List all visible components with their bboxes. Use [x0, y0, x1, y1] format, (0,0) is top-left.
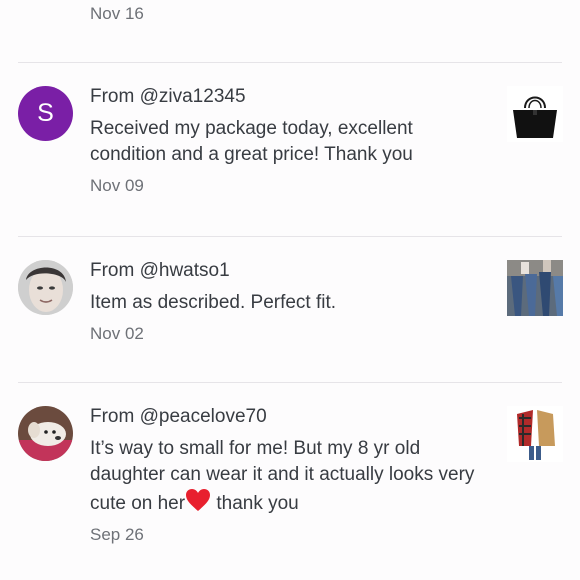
avatar[interactable]	[18, 406, 73, 461]
review-message: Item as described. Perfect fit.	[90, 292, 337, 313]
review-author[interactable]: From @peacelove70	[90, 404, 490, 430]
review-content: From @hwatso1 Item as described. Perfect…	[90, 258, 490, 344]
user-photo-icon	[18, 260, 73, 315]
plaid-jacket-icon	[507, 406, 563, 462]
review-date: Nov 02	[90, 324, 144, 343]
heart-icon	[186, 489, 211, 511]
product-thumbnail[interactable]	[507, 406, 563, 462]
review-content: From @peacelove70 It’s way to small for …	[90, 404, 490, 545]
avatar[interactable]: S	[18, 86, 73, 141]
product-thumbnail[interactable]	[507, 86, 563, 142]
review-date: Nov 09	[90, 176, 144, 195]
jeans-outfit-icon	[507, 260, 563, 316]
avatar[interactable]	[18, 260, 73, 315]
black-tote-bag-icon	[507, 86, 563, 142]
review-author[interactable]: From @ziva12345	[90, 84, 490, 110]
review-date: Nov 16	[90, 4, 144, 23]
review-content: From @ziva12345 Received my package toda…	[90, 84, 490, 196]
review-date: Sep 26	[90, 525, 144, 544]
avatar-letter: S	[37, 99, 54, 127]
review-message-text: thank you	[211, 493, 299, 514]
review-message: Received my package today, excellent con…	[90, 118, 413, 165]
review-item: From @peacelove70 It’s way to small for …	[0, 382, 580, 580]
review-item: S From @ziva12345 Received my package to…	[0, 62, 580, 236]
reviews-page: Nov 16 S From @ziva12345 Received my pac…	[0, 0, 580, 580]
review-author[interactable]: From @hwatso1	[90, 258, 490, 284]
product-thumbnail[interactable]	[507, 260, 563, 316]
review-item: From @hwatso1 Item as described. Perfect…	[0, 236, 580, 382]
user-photo-icon	[18, 406, 73, 461]
review-message: It’s way to small for me! But my 8 yr ol…	[90, 436, 490, 517]
